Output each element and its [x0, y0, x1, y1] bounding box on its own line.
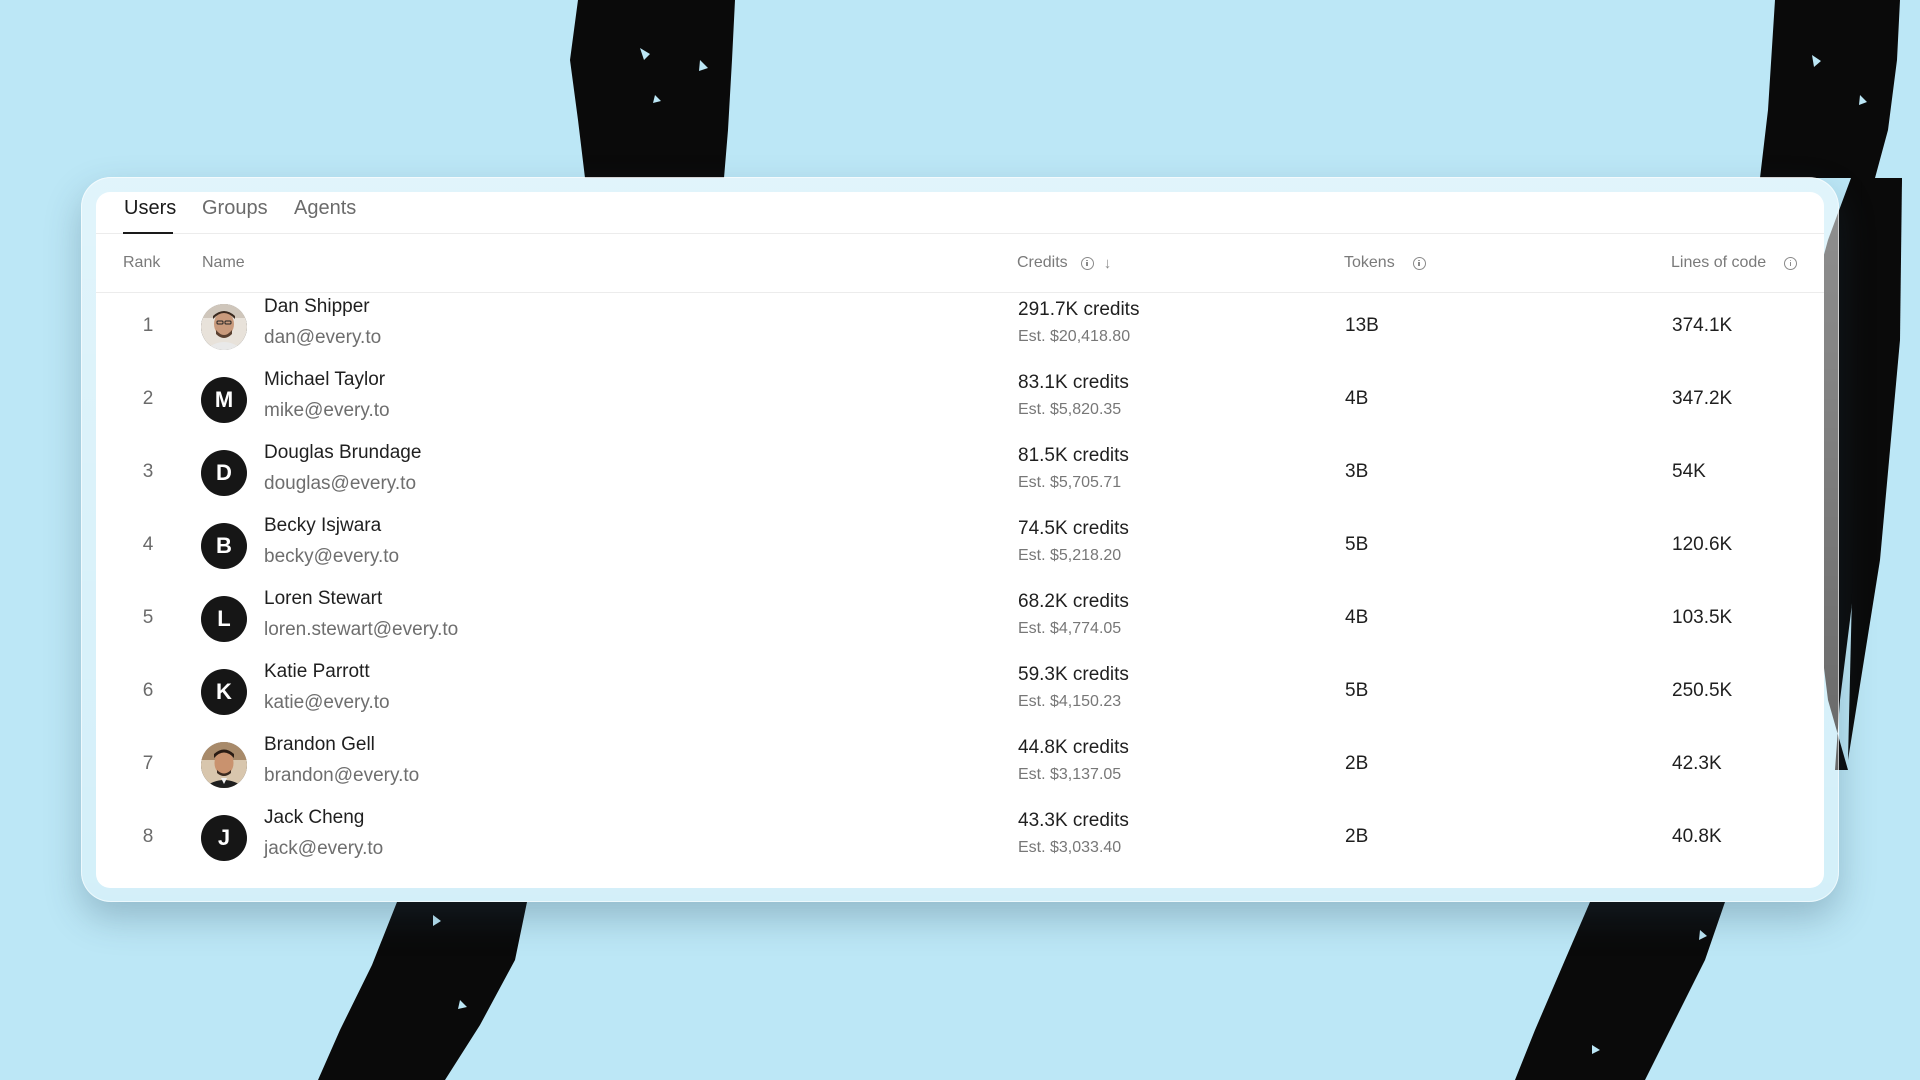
credits-cell: 291.7K credits — [1018, 299, 1140, 320]
estimated-cost: Est. $4,774.05 — [1018, 620, 1122, 637]
lines-of-code-cell: 103.5K — [1672, 607, 1733, 628]
table-row[interactable]: 2 M Michael Taylor mike@every.to 83.1K c… — [96, 365, 1824, 438]
avatar — [201, 304, 247, 350]
table-header: Rank Name Credits ↓ Tokens Lines of code — [96, 234, 1824, 293]
rank-cell: 2 — [142, 388, 154, 409]
table-row[interactable]: 5 L Loren Stewart loren.stewart@every.to… — [96, 584, 1824, 657]
credits-cell: 44.8K credits — [1018, 737, 1129, 758]
arrow-down-icon[interactable]: ↓ — [1104, 256, 1112, 271]
column-header-credits[interactable]: Credits ↓ — [1017, 254, 1111, 272]
rank-cell: 5 — [142, 607, 154, 628]
tokens-cell: 5B — [1345, 534, 1369, 555]
estimated-cost: Est. $3,137.05 — [1018, 766, 1122, 783]
credits-cell: 83.1K credits — [1018, 372, 1129, 393]
tab-users[interactable]: Users — [124, 197, 176, 220]
tab-bar: Users Groups Agents — [96, 192, 1824, 234]
column-header-credits-label: Credits — [1017, 254, 1068, 271]
estimated-cost: Est. $5,705.71 — [1018, 474, 1122, 491]
table-row[interactable]: 8 J Jack Cheng jack@every.to 43.3K credi… — [96, 803, 1824, 876]
lines-of-code-cell: 347.2K — [1672, 388, 1733, 409]
tokens-cell: 2B — [1345, 753, 1369, 774]
tab-agents[interactable]: Agents — [294, 197, 356, 220]
user-email: mike@every.to — [264, 400, 390, 421]
rank-cell: 6 — [142, 680, 154, 701]
user-name: Jack Cheng — [264, 807, 365, 828]
user-name: Becky Isjwara — [264, 515, 382, 536]
user-photo-icon — [201, 304, 247, 350]
table-row[interactable]: 7 Brandon Gell brandon@every.to 44.8K cr… — [96, 730, 1824, 803]
rank-cell: 7 — [142, 753, 154, 774]
tokens-cell: 5B — [1345, 680, 1369, 701]
table-row[interactable]: 1 Dan Shipper dan@every.to 291.7K credit… — [96, 292, 1824, 365]
background-canvas: Users Groups Agents Rank Name Credits ↓ … — [0, 0, 1920, 1080]
credits-cell: 81.5K credits — [1018, 445, 1129, 466]
info-icon[interactable] — [1784, 256, 1798, 270]
user-email: douglas@every.to — [264, 473, 417, 494]
user-name: Loren Stewart — [264, 588, 383, 609]
avatar: M — [201, 377, 247, 423]
estimated-cost: Est. $20,418.80 — [1018, 328, 1131, 345]
column-header-rank: Rank — [123, 254, 160, 272]
avatar: D — [201, 450, 247, 496]
avatar: J — [201, 815, 247, 861]
credits-cell: 43.3K credits — [1018, 810, 1129, 831]
tokens-cell: 13B — [1345, 315, 1379, 336]
table-row[interactable]: 3 D Douglas Brundage douglas@every.to 81… — [96, 438, 1824, 511]
rank-cell: 4 — [142, 534, 154, 555]
user-name: Katie Parrott — [264, 661, 370, 682]
user-email: becky@every.to — [264, 546, 400, 567]
user-email: loren.stewart@every.to — [264, 619, 459, 640]
lines-of-code-cell: 40.8K — [1672, 826, 1722, 847]
lines-of-code-cell: 250.5K — [1672, 680, 1733, 701]
credits-cell: 59.3K credits — [1018, 664, 1129, 685]
column-header-tokens[interactable]: Tokens — [1344, 254, 1426, 272]
table-row[interactable]: 6 K Katie Parrott katie@every.to 59.3K c… — [96, 657, 1824, 730]
avatar: K — [201, 669, 247, 715]
user-name: Michael Taylor — [264, 369, 386, 390]
rank-cell: 1 — [142, 315, 154, 336]
user-email: katie@every.to — [264, 692, 390, 713]
column-header-lines-of-code[interactable]: Lines of code — [1671, 254, 1798, 272]
estimated-cost: Est. $4,150.23 — [1018, 693, 1122, 710]
estimated-cost: Est. $3,033.40 — [1018, 839, 1122, 856]
tokens-cell: 3B — [1345, 461, 1369, 482]
user-name: Douglas Brundage — [264, 442, 422, 463]
info-icon[interactable] — [1080, 256, 1094, 270]
avatar: B — [201, 523, 247, 569]
tab-groups[interactable]: Groups — [202, 197, 268, 220]
credits-cell: 68.2K credits — [1018, 591, 1129, 612]
lines-of-code-cell: 42.3K — [1672, 753, 1722, 774]
lines-of-code-cell: 374.1K — [1672, 315, 1733, 336]
user-email: brandon@every.to — [264, 765, 420, 786]
column-header-name-label: Name — [202, 254, 245, 271]
info-icon[interactable] — [1412, 256, 1426, 270]
user-photo-icon — [201, 742, 247, 788]
rank-cell: 8 — [142, 826, 154, 847]
column-header-lines-of-code-label: Lines of code — [1671, 254, 1767, 271]
column-header-tokens-label: Tokens — [1344, 254, 1395, 271]
estimated-cost: Est. $5,820.35 — [1018, 401, 1122, 418]
tokens-cell: 2B — [1345, 826, 1369, 847]
tokens-cell: 4B — [1345, 607, 1369, 628]
rank-cell: 3 — [142, 461, 154, 482]
user-email: jack@every.to — [264, 838, 384, 859]
user-name: Brandon Gell — [264, 734, 375, 755]
avatar: L — [201, 596, 247, 642]
column-header-name: Name — [202, 254, 245, 272]
lines-of-code-cell: 120.6K — [1672, 534, 1733, 555]
tokens-cell: 4B — [1345, 388, 1369, 409]
credits-cell: 74.5K credits — [1018, 518, 1129, 539]
leaderboard-panel: Users Groups Agents Rank Name Credits ↓ … — [96, 192, 1824, 888]
user-email: dan@every.to — [264, 327, 382, 348]
estimated-cost: Est. $5,218.20 — [1018, 547, 1122, 564]
user-name: Dan Shipper — [264, 296, 370, 317]
lines-of-code-cell: 54K — [1672, 461, 1706, 482]
column-header-rank-label: Rank — [123, 254, 161, 271]
table-row[interactable]: 4 B Becky Isjwara becky@every.to 74.5K c… — [96, 511, 1824, 584]
avatar — [201, 742, 247, 788]
